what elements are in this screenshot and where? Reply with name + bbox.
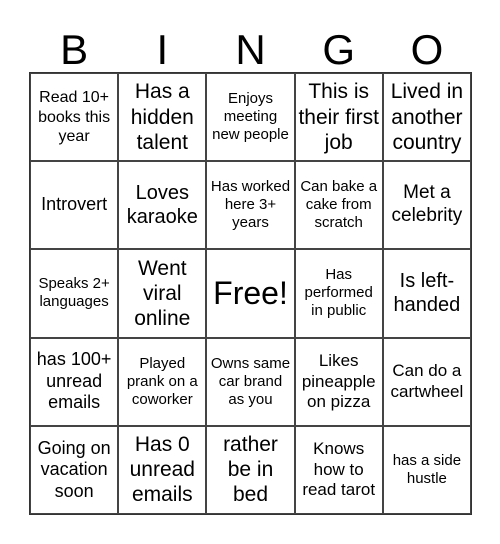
bingo-cell[interactable]: Likes pineapple on pizza — [294, 337, 383, 426]
bingo-cell[interactable]: Has worked here 3+ years — [206, 161, 295, 250]
bingo-cell[interactable]: has a side hustle — [382, 425, 471, 514]
bingo-cell[interactable]: Going on vacation soon — [30, 425, 119, 514]
bingo-cell[interactable]: Speaks 2+ languages — [30, 249, 119, 338]
bingo-cell[interactable]: Read 10+ books this year — [30, 73, 119, 162]
bingo-grid: Read 10+ books this year Has a hidden tal… — [29, 72, 472, 515]
bingo-cell[interactable]: Has a hidden talent — [118, 73, 207, 162]
bingo-cell[interactable]: Has 0 unread emails — [118, 425, 207, 514]
header-letter-n: N — [235, 26, 266, 73]
bingo-cell[interactable]: This is their first job — [294, 73, 383, 162]
bingo-cell[interactable]: has 100+ unread emails — [30, 337, 119, 426]
bingo-cell[interactable]: Can do a cartwheel — [382, 337, 471, 426]
bingo-cell[interactable]: Went viral online — [118, 249, 207, 338]
header-letter-o: O — [410, 26, 444, 73]
bingo-cell[interactable]: Knows how to read tarot — [294, 425, 383, 514]
free-space-cell[interactable]: Free! — [206, 249, 295, 338]
header-letter-i: I — [156, 26, 169, 73]
bingo-cell[interactable]: Lived in another country — [382, 73, 471, 162]
bingo-cell[interactable]: Owns same car brand as you — [206, 337, 295, 426]
bingo-cell[interactable]: Introvert — [30, 161, 119, 250]
bingo-cell[interactable]: Is left-handed — [382, 249, 471, 338]
bingo-cell[interactable]: Enjoys meeting new people — [206, 73, 295, 162]
header-letter-b: B — [60, 26, 89, 73]
bingo-cell[interactable]: Can bake a cake from scratch — [294, 161, 383, 250]
bingo-cell[interactable]: Has performed in public — [294, 249, 383, 338]
bingo-cell[interactable]: Met a celebrity — [382, 161, 471, 250]
bingo-cell[interactable]: rather be in bed — [206, 425, 295, 514]
bingo-header: B I N G O — [30, 28, 471, 72]
bingo-cell[interactable]: Played prank on a coworker — [118, 337, 207, 426]
bingo-cell[interactable]: Loves karaoke — [118, 161, 207, 250]
header-letter-g: G — [322, 26, 356, 73]
